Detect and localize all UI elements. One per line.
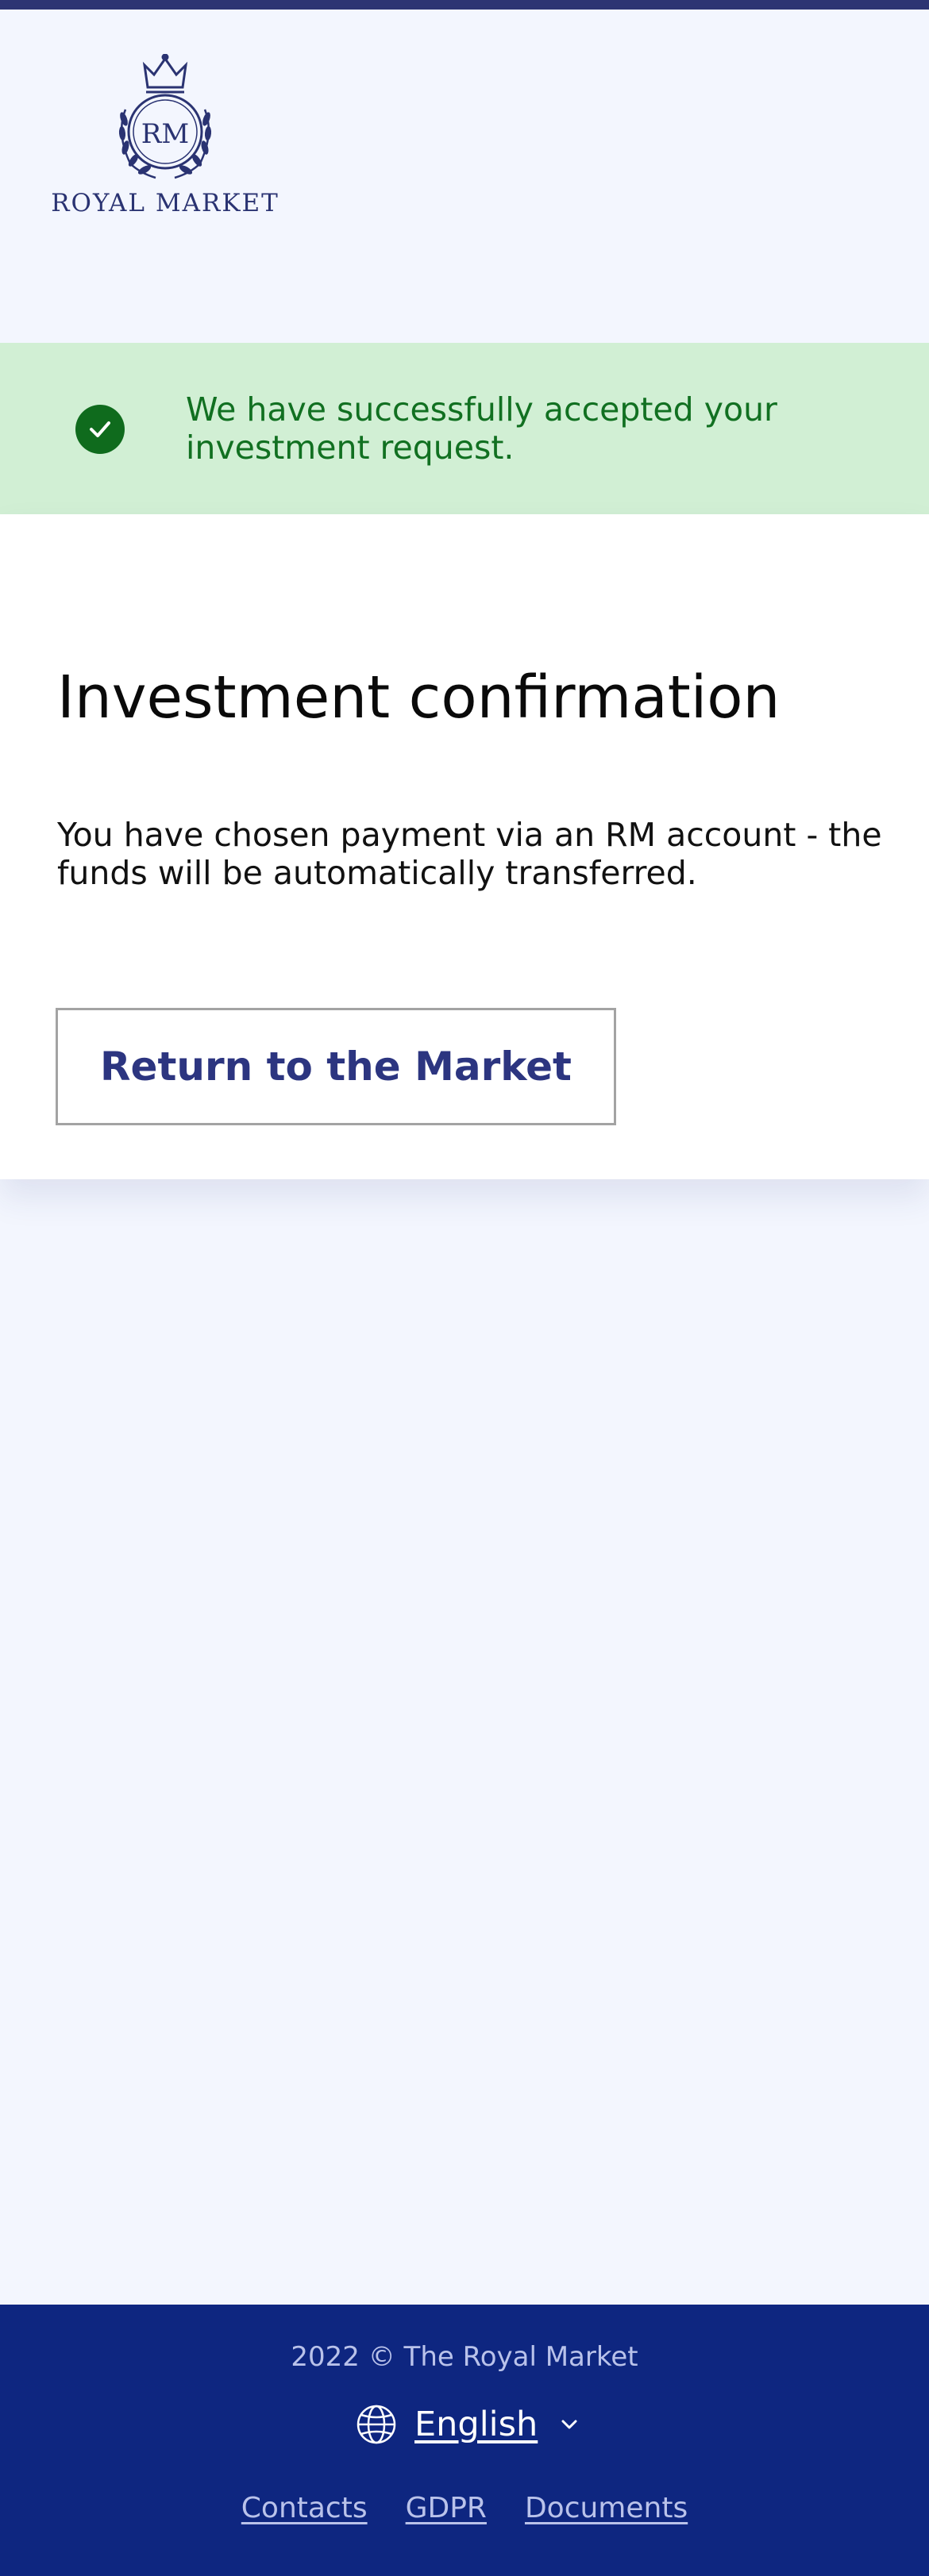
page-title: Investment confirmation [57, 663, 781, 732]
footer-link-contacts[interactable]: Contacts [241, 2492, 368, 2524]
success-alert: We have successfully accepted your inves… [0, 343, 929, 514]
success-message: We have successfully accepted your inves… [186, 390, 777, 467]
check-icon [75, 405, 125, 454]
chevron-down-icon [561, 2420, 577, 2429]
footer-links: Contacts GDPR Documents [0, 2492, 929, 2524]
top-accent-bar [0, 0, 929, 10]
footer-link-gdpr[interactable]: GDPR [406, 2492, 487, 2524]
confirmation-card: Investment confirmation You have chosen … [0, 514, 929, 1179]
logo-monogram: RM [141, 118, 189, 150]
logo-wordmark: ROYAL MARKET [51, 189, 279, 217]
globe-icon [357, 2405, 396, 2444]
crown-logo: RM [118, 54, 212, 179]
payment-description: You have chosen payment via an RM accoun… [57, 816, 882, 892]
royal-market-logo[interactable]: RM ROYAL MARKET [46, 54, 284, 229]
return-to-market-button[interactable]: Return to the Market [56, 1008, 616, 1125]
language-selector[interactable]: English [356, 2393, 579, 2455]
copyright-text: 2022 © The Royal Market [291, 2341, 638, 2373]
language-label: English [414, 2405, 538, 2444]
footer: 2022 © The Royal Market English Contacts… [0, 2305, 929, 2576]
footer-link-documents[interactable]: Documents [525, 2492, 688, 2524]
